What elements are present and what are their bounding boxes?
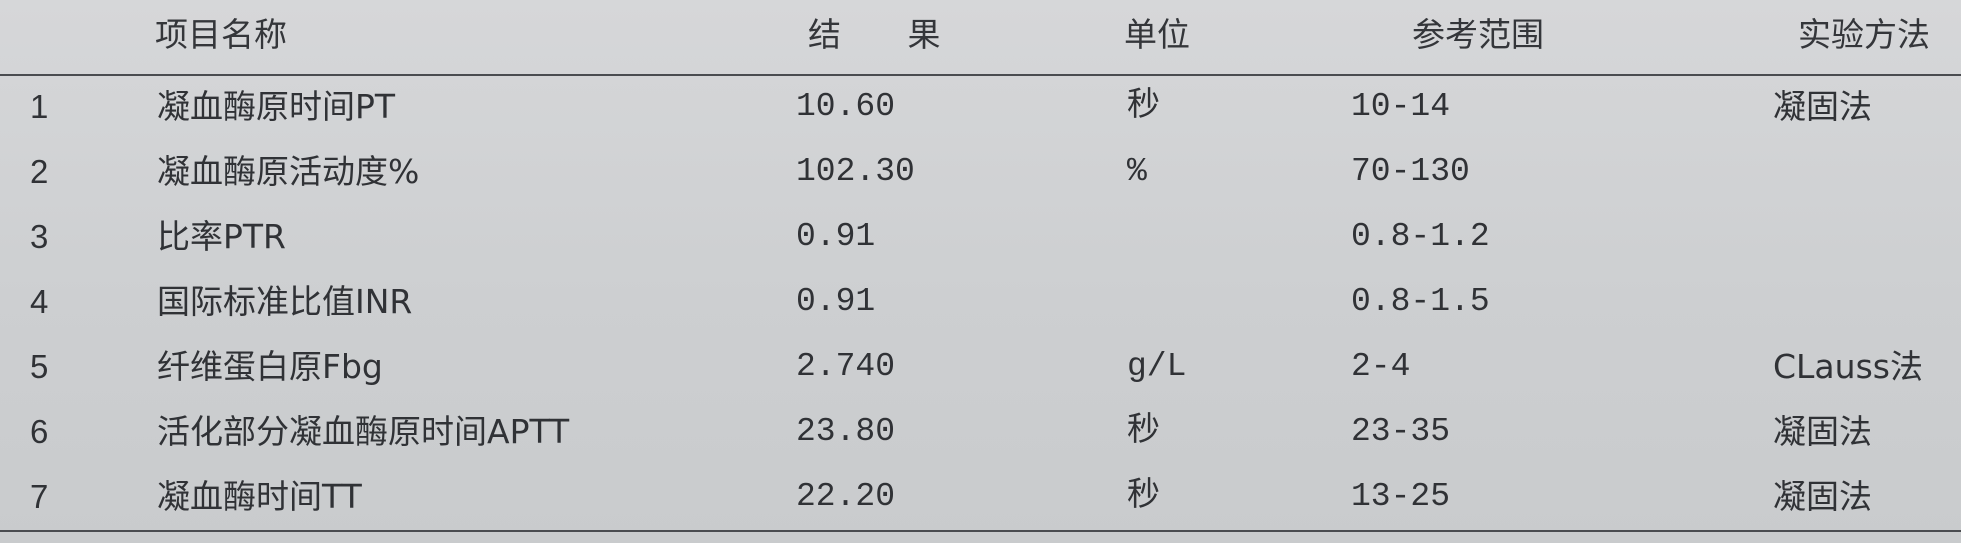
reference-range: 70-130: [1351, 153, 1470, 190]
header-item-name: 项目名称: [155, 15, 287, 54]
result-value: 102.30: [796, 153, 915, 190]
test-method: CLauss法: [1773, 347, 1923, 386]
table-bottom-rule: [0, 530, 1961, 532]
result-value: 2.740: [796, 348, 896, 385]
reference-range: 0.8-1.5: [1351, 283, 1490, 320]
header-test-method: 实验方法: [1798, 15, 1930, 54]
row-index: 1: [30, 88, 49, 125]
test-method: 凝固法: [1773, 87, 1872, 126]
unit-value: 秒: [1127, 88, 1160, 125]
reference-range: 2-4: [1351, 348, 1411, 385]
header-unit: 单位: [1124, 15, 1190, 54]
table-row: 5 纤维蛋白原Fbg 2.740 g/L 2-4 CLauss法: [0, 336, 1961, 401]
result-value: 10.60: [796, 88, 896, 125]
reference-range: 23-35: [1351, 413, 1451, 450]
row-index: 5: [30, 348, 49, 385]
unit-value: %: [1127, 153, 1147, 190]
table-row: 1 凝血酶原时间PT 10.60 秒 10-14 凝固法: [0, 76, 1961, 141]
table-row: 6 活化部分凝血酶原时间APTT 23.80 秒 23-35 凝固法: [0, 401, 1961, 466]
row-index: 7: [30, 478, 49, 515]
table-row: 3 比率PTR 0.91 0.8-1.2: [0, 206, 1961, 271]
table-row: 7 凝血酶时间TT 22.20 秒 13-25 凝固法: [0, 466, 1961, 531]
reference-range: 0.8-1.2: [1351, 218, 1490, 255]
header-reference-range: 参考范围: [1412, 15, 1544, 54]
table-row: 4 国际标准比值INR 0.91 0.8-1.5: [0, 271, 1961, 336]
test-method: 凝固法: [1773, 477, 1872, 516]
result-value: 23.80: [796, 413, 896, 450]
item-name: 活化部分凝血酶原时间APTT: [157, 412, 570, 451]
item-name: 纤维蛋白原Fbg: [157, 347, 383, 386]
unit-value: g/L: [1127, 348, 1187, 385]
table-header: 项目名称 结 果 单位 参考范围 实验方法: [0, 0, 1961, 74]
unit-value: 秒: [1127, 478, 1160, 515]
row-index: 3: [30, 218, 49, 255]
row-index: 6: [30, 413, 49, 450]
result-value: 0.91: [796, 283, 876, 320]
header-result: 结 果: [808, 15, 969, 54]
reference-range: 13-25: [1351, 478, 1451, 515]
item-name: 比率PTR: [157, 217, 286, 256]
reference-range: 10-14: [1351, 88, 1451, 125]
item-name: 国际标准比值INR: [157, 282, 413, 321]
result-value: 22.20: [796, 478, 896, 515]
test-method: 凝固法: [1773, 412, 1872, 451]
lab-results-sheet: 项目名称 结 果 单位 参考范围 实验方法 1 凝血酶原时间PT 10.60 秒…: [0, 0, 1961, 543]
row-index: 4: [30, 283, 49, 320]
item-name: 凝血酶时间TT: [157, 477, 362, 516]
item-name: 凝血酶原活动度%: [157, 152, 420, 191]
item-name: 凝血酶原时间PT: [157, 87, 396, 126]
row-index: 2: [30, 153, 49, 190]
unit-value: 秒: [1127, 413, 1160, 450]
table-row: 2 凝血酶原活动度% 102.30 % 70-130: [0, 141, 1961, 206]
result-value: 0.91: [796, 218, 876, 255]
